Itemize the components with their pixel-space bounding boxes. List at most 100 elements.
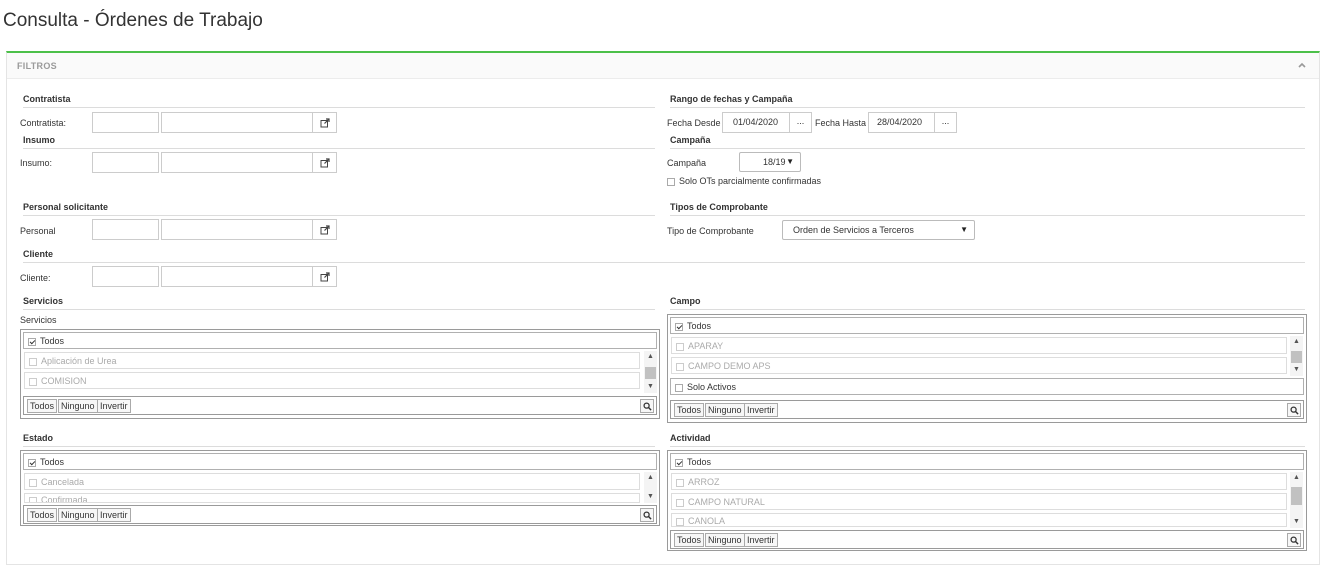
fecha-hasta-picker-button[interactable]: ...: [934, 112, 957, 133]
chevron-up-icon[interactable]: [1297, 60, 1307, 70]
list-item[interactable]: ARROZ: [671, 473, 1287, 490]
search-icon: [642, 401, 652, 411]
list-item[interactable]: CANOLA: [671, 513, 1287, 527]
personal-code-input[interactable]: [92, 219, 159, 240]
solo-activos-label: Solo Activos: [687, 382, 737, 392]
actividad-scrollbar[interactable]: ▲ ▼: [1290, 472, 1303, 528]
invert-selection-button[interactable]: Invertir: [97, 508, 131, 522]
servicios-toolbar: Todos Ninguno Invertir: [23, 396, 657, 415]
search-icon: [642, 510, 652, 520]
invert-selection-button[interactable]: Invertir: [97, 399, 131, 413]
solo-ots-parciales-checkbox[interactable]: Solo OTs parcialmente confirmadas: [667, 176, 821, 186]
list-item[interactable]: CAMPO NATURAL: [671, 493, 1287, 510]
fecha-hasta-input[interactable]: 28/04/2020: [868, 112, 936, 133]
solo-ots-parciales-label: Solo OTs parcialmente confirmadas: [679, 176, 822, 186]
servicios-label: Servicios: [20, 315, 57, 325]
scroll-thumb[interactable]: [645, 367, 656, 379]
list-item-label: COMISION: [41, 376, 87, 386]
scroll-up-icon[interactable]: ▲: [644, 472, 657, 484]
select-none-button[interactable]: Ninguno: [705, 533, 745, 547]
list-item[interactable]: Cancelada: [24, 473, 640, 490]
fecha-desde-picker-button[interactable]: ...: [789, 112, 812, 133]
checkbox-icon: [676, 517, 684, 526]
filters-panel: FILTROS Contratista Contratista: Insumo …: [6, 51, 1320, 565]
scroll-down-icon[interactable]: ▼: [1290, 516, 1303, 528]
contratista-open-button[interactable]: [312, 112, 337, 133]
caret-down-icon: ▼: [960, 225, 968, 234]
list-item[interactable]: APARAY: [671, 337, 1287, 354]
checkbox-icon: [676, 478, 684, 487]
list-item-label: Cancelada: [41, 477, 85, 487]
servicios-scrollbar[interactable]: ▲ ▼: [644, 351, 657, 393]
fecha-desde-label: Fecha Desde: [667, 118, 721, 128]
personal-name-input[interactable]: [161, 219, 313, 240]
scroll-down-icon[interactable]: ▼: [1290, 364, 1303, 376]
select-none-button[interactable]: Ninguno: [58, 508, 98, 522]
section-personal: Personal solicitante: [23, 202, 655, 216]
estado-all-label: Todos: [40, 457, 65, 467]
select-all-button[interactable]: Todos: [27, 399, 58, 413]
invert-selection-button[interactable]: Invertir: [744, 403, 778, 417]
campo-all-checkbox[interactable]: Todos: [670, 317, 1304, 334]
checkbox-icon: [676, 362, 684, 371]
campo-scrollbar[interactable]: ▲ ▼: [1290, 336, 1303, 376]
personal-open-button[interactable]: [312, 219, 337, 240]
checkbox-icon: [29, 478, 37, 487]
list-item[interactable]: CAMPO DEMO APS: [671, 357, 1287, 374]
insumo-code-input[interactable]: [92, 152, 159, 173]
insumo-open-button[interactable]: [312, 152, 337, 173]
insumo-name-input[interactable]: [161, 152, 313, 173]
scroll-up-icon[interactable]: ▲: [1290, 336, 1303, 348]
estado-listbox: Todos Cancelada Confirmada ▲ ▼ Todos Nin…: [20, 450, 660, 526]
contratista-code-input[interactable]: [92, 112, 159, 133]
select-all-button[interactable]: Todos: [674, 403, 705, 417]
list-item-label: APARAY: [688, 341, 724, 351]
solo-activos-checkbox[interactable]: Solo Activos: [670, 378, 1304, 395]
estado-scrollbar[interactable]: ▲ ▼: [644, 472, 657, 503]
scroll-thumb[interactable]: [1291, 487, 1302, 505]
scroll-up-icon[interactable]: ▲: [644, 351, 657, 363]
search-button[interactable]: [1287, 533, 1301, 547]
servicios-all-checkbox[interactable]: Todos: [23, 332, 657, 349]
filters-title: FILTROS: [17, 61, 57, 71]
checkbox-icon: [667, 177, 675, 186]
scroll-thumb[interactable]: [1291, 351, 1302, 363]
tipo-comprobante-label: Tipo de Comprobante: [667, 226, 754, 236]
section-cliente: Cliente: [23, 249, 1305, 263]
select-none-button[interactable]: Ninguno: [58, 399, 98, 413]
select-none-button[interactable]: Ninguno: [705, 403, 745, 417]
search-button[interactable]: [1287, 403, 1301, 417]
checkbox-icon: [29, 496, 37, 502]
tipo-comprobante-select[interactable]: Orden de Servicios a Terceros ▼: [782, 220, 975, 240]
checkbox-checked-icon: [675, 458, 683, 467]
search-button[interactable]: [640, 508, 654, 522]
search-icon: [1289, 535, 1299, 545]
campania-select[interactable]: 18/19 ▼: [739, 152, 801, 172]
search-button[interactable]: [640, 399, 654, 413]
invert-selection-button[interactable]: Invertir: [744, 533, 778, 547]
cliente-name-input[interactable]: [161, 266, 313, 287]
select-all-button[interactable]: Todos: [674, 533, 705, 547]
campo-all-label: Todos: [687, 321, 712, 331]
list-item[interactable]: Confirmada: [24, 493, 640, 503]
list-item-label: ARROZ: [688, 477, 720, 487]
scroll-down-icon[interactable]: ▼: [644, 491, 657, 503]
list-item[interactable]: Aplicación de Urea: [24, 352, 640, 369]
cliente-code-input[interactable]: [92, 266, 159, 287]
cliente-open-button[interactable]: [312, 266, 337, 287]
select-all-button[interactable]: Todos: [27, 508, 58, 522]
scroll-up-icon[interactable]: ▲: [1290, 472, 1303, 484]
fecha-desde-input[interactable]: 01/04/2020: [722, 112, 790, 133]
filters-panel-header[interactable]: FILTROS: [7, 53, 1319, 79]
list-item-label: Confirmada: [41, 495, 88, 503]
actividad-all-checkbox[interactable]: Todos: [670, 453, 1304, 470]
list-item[interactable]: COMISION: [24, 372, 640, 389]
section-insumo: Insumo: [23, 135, 655, 149]
actividad-listbox: Todos ARROZ CAMPO NATURAL CANOLA ▲ ▼ Tod…: [667, 450, 1307, 551]
estado-all-checkbox[interactable]: Todos: [23, 453, 657, 470]
contratista-name-input[interactable]: [161, 112, 313, 133]
list-item-label: CAMPO NATURAL: [688, 497, 765, 507]
external-link-icon: [320, 117, 330, 127]
scroll-down-icon[interactable]: ▼: [644, 381, 657, 393]
checkbox-icon: [29, 377, 37, 386]
